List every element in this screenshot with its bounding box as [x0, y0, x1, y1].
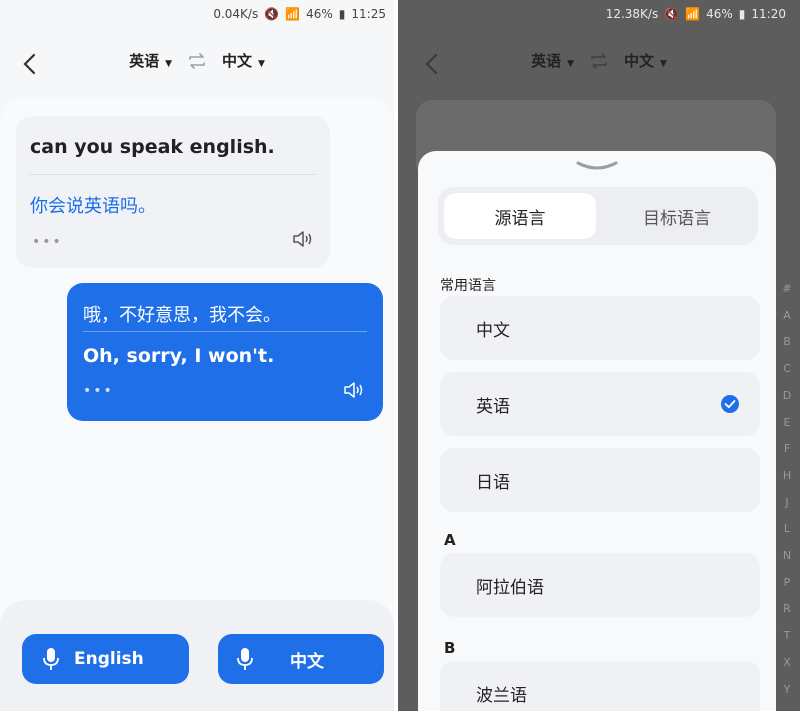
- microphone-icon: [237, 648, 253, 670]
- language-item-japanese[interactable]: 日语: [440, 448, 760, 512]
- speak-chinese-label: 中文: [290, 651, 324, 672]
- index-letter[interactable]: C: [783, 356, 791, 383]
- translation-screen: 0.04K/s 🔇 📶 46% ▮ 11:25 英语 ▼ 中文 ▼ can you …: [0, 0, 394, 711]
- mute-icon: 🔇: [264, 7, 280, 21]
- language-item-arabic[interactable]: 阿拉伯语: [440, 553, 760, 617]
- language-picker-screen: 12.38K/s 🔇 📶 46% ▮ 11:20 英语 ▼ 中文 ▼ 源语言 目标语…: [398, 0, 800, 711]
- source-language-selector[interactable]: 英语 ▼: [531, 50, 574, 71]
- battery-icon: ▮: [338, 7, 346, 21]
- index-letter[interactable]: T: [784, 623, 791, 650]
- caret-down-icon: ▼: [258, 59, 265, 69]
- speak-chinese-button[interactable]: 中文: [218, 634, 384, 684]
- section-header-common: 常用语言: [440, 278, 496, 294]
- target-language-selector[interactable]: 中文 ▼: [222, 50, 265, 71]
- language-item-polish[interactable]: 波兰语: [440, 661, 760, 711]
- clock: 11:25: [351, 7, 386, 21]
- network-speed: 12.38K/s: [605, 7, 659, 21]
- section-header-a: A: [444, 531, 456, 549]
- message-source-text: can you speak english.: [30, 136, 275, 158]
- caret-down-icon: ▼: [567, 59, 574, 69]
- battery-icon: ▮: [738, 7, 746, 21]
- language-item-label: 中文: [476, 320, 510, 341]
- message-translation-text: Oh, sorry, I won't.: [83, 345, 275, 367]
- alphabet-index-scrollbar[interactable]: # A B C D E F H J L N P R T X Y: [774, 276, 800, 703]
- tab-source-language[interactable]: 源语言: [444, 193, 596, 239]
- tab-target-language[interactable]: 目标语言: [602, 193, 752, 239]
- language-item-chinese[interactable]: 中文: [440, 296, 760, 360]
- checkmark-icon: [721, 395, 739, 413]
- language-picker-sheet: 源语言 目标语言 常用语言 中文 英语 日语 A 阿拉伯语 B 波兰语: [418, 151, 776, 711]
- status-bar: 12.38K/s 🔇 📶 46% ▮ 11:20: [398, 0, 800, 28]
- battery-percent: 46%: [306, 7, 333, 21]
- index-letter[interactable]: D: [783, 383, 791, 410]
- index-letter[interactable]: N: [783, 543, 791, 570]
- section-header-b: B: [444, 639, 456, 657]
- status-bar: 0.04K/s 🔇 📶 46% ▮ 11:25: [0, 0, 394, 28]
- caret-down-icon: ▼: [165, 59, 172, 69]
- speak-english-button[interactable]: English: [22, 634, 189, 684]
- index-letter[interactable]: J: [785, 490, 788, 517]
- target-language-selector[interactable]: 中文 ▼: [624, 50, 667, 71]
- source-language-selector[interactable]: 英语 ▼: [129, 50, 172, 71]
- wifi-icon: 📶: [285, 7, 301, 21]
- language-item-label: 波兰语: [476, 685, 527, 706]
- language-switcher: 英语 ▼ 中文 ▼: [0, 50, 394, 71]
- mute-icon: 🔇: [664, 7, 680, 21]
- message-bubble-english[interactable]: can you speak english. 你会说英语吗。 •••: [16, 116, 330, 268]
- microphone-icon: [43, 648, 59, 670]
- index-letter[interactable]: X: [783, 650, 791, 677]
- index-letter[interactable]: P: [784, 570, 791, 597]
- index-letter[interactable]: L: [784, 516, 790, 543]
- swap-languages-icon[interactable]: [588, 52, 610, 70]
- index-letter[interactable]: F: [784, 436, 790, 463]
- index-letter[interactable]: #: [782, 276, 791, 303]
- language-item-label: 日语: [476, 472, 510, 493]
- language-item-english[interactable]: 英语: [440, 372, 760, 436]
- index-letter[interactable]: B: [783, 329, 791, 356]
- more-options-icon[interactable]: •••: [32, 234, 63, 250]
- more-options-icon[interactable]: •••: [83, 383, 114, 399]
- clock: 11:20: [751, 7, 786, 21]
- index-letter[interactable]: R: [783, 596, 791, 623]
- language-switcher: 英语 ▼ 中文 ▼: [398, 50, 800, 71]
- caret-down-icon: ▼: [660, 59, 667, 69]
- index-letter[interactable]: H: [783, 463, 791, 490]
- speaker-icon[interactable]: [292, 230, 314, 248]
- divider: [30, 174, 316, 175]
- swap-languages-icon[interactable]: [186, 52, 208, 70]
- index-letter[interactable]: E: [784, 410, 791, 437]
- collapse-handle-icon[interactable]: [574, 159, 620, 173]
- message-source-text: 哦，不好意思，我不会。: [83, 305, 281, 326]
- battery-percent: 46%: [706, 7, 733, 21]
- index-letter[interactable]: Y: [784, 677, 791, 704]
- language-item-label: 英语: [476, 396, 510, 417]
- message-bubble-chinese[interactable]: 哦，不好意思，我不会。 Oh, sorry, I won't. •••: [67, 283, 383, 421]
- message-translation-text: 你会说英语吗。: [30, 196, 156, 217]
- wifi-icon: 📶: [685, 7, 701, 21]
- network-speed: 0.04K/s: [213, 7, 259, 21]
- index-letter[interactable]: A: [783, 303, 791, 330]
- speak-english-label: English: [74, 649, 144, 669]
- language-item-label: 阿拉伯语: [476, 577, 544, 598]
- language-type-tabs: 源语言 目标语言: [438, 187, 758, 245]
- speaker-icon[interactable]: [343, 381, 365, 399]
- divider: [83, 331, 367, 332]
